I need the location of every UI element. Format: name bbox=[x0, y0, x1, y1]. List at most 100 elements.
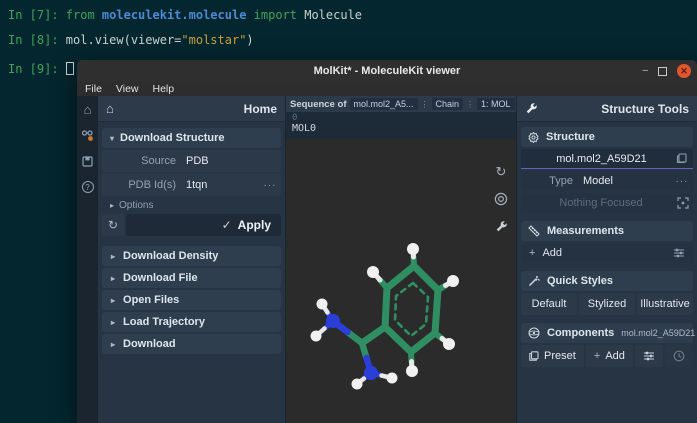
section-load-trajectory[interactable]: ▸ Load Trajectory bbox=[102, 312, 281, 332]
ruler-icon bbox=[528, 225, 540, 237]
components-title: Components bbox=[547, 327, 615, 339]
section-download-density[interactable]: ▸ Download Density bbox=[102, 246, 281, 266]
chevron-right-icon: ▸ bbox=[110, 200, 115, 210]
prompt-in9: In [9]: bbox=[8, 62, 66, 76]
focus-target-icon[interactable] bbox=[677, 197, 689, 209]
measurements-section-header[interactable]: Measurements bbox=[521, 221, 693, 241]
keyword-import: import bbox=[246, 8, 305, 22]
window-titlebar[interactable]: MolKit* - MoleculeKit viewer – ✕ bbox=[77, 60, 697, 82]
copy-icon[interactable] bbox=[676, 153, 687, 164]
refresh-icon[interactable]: ↻ bbox=[102, 214, 124, 236]
viewport-controls: ↻ bbox=[492, 163, 510, 235]
chevron-down-icon: ▾ bbox=[110, 133, 115, 143]
style-default-button[interactable]: Default bbox=[521, 293, 577, 315]
home-panel-title: Home bbox=[243, 101, 277, 116]
chain-select[interactable]: Chain bbox=[431, 98, 464, 110]
home-icon: ⌂ bbox=[106, 101, 114, 116]
wrench-icon bbox=[525, 102, 538, 115]
pdb-id-more-button[interactable]: ··· bbox=[259, 180, 281, 191]
code-close-paren: ) bbox=[246, 33, 254, 47]
sliders-icon bbox=[643, 350, 655, 362]
code-call: mol.view(viewer= bbox=[65, 33, 182, 47]
menu-help[interactable]: Help bbox=[153, 83, 175, 95]
sliders-icon[interactable] bbox=[673, 247, 685, 259]
type-more-button[interactable]: ··· bbox=[671, 176, 693, 187]
measurements-add-row: + Add bbox=[521, 243, 693, 263]
minimize-button[interactable]: – bbox=[642, 66, 648, 76]
section-download-file[interactable]: ▸ Download File bbox=[102, 268, 281, 288]
download-structure-title: Download Structure bbox=[120, 132, 225, 144]
save-session-icon[interactable] bbox=[82, 156, 93, 167]
section-open-files[interactable]: ▸ Open Files bbox=[102, 290, 281, 310]
window-title: MolKit* - MoleculeKit viewer bbox=[313, 65, 461, 77]
imported-symbol: Molecule bbox=[304, 8, 363, 22]
components-section-header[interactable]: Components mol.mol2_A59D21 bbox=[521, 323, 696, 343]
left-icon-rail: ⌂ ? bbox=[77, 96, 98, 423]
plus-icon: + bbox=[529, 247, 536, 259]
structure-section-header[interactable]: Structure bbox=[521, 127, 693, 147]
style-illustrative-button[interactable]: Illustrative bbox=[637, 293, 693, 315]
entity-select[interactable]: mol.mol2_A5... bbox=[349, 98, 418, 110]
components-history-button[interactable] bbox=[665, 345, 693, 367]
style-stylized-button[interactable]: Stylized bbox=[579, 293, 635, 315]
module-name: moleculekit.molecule bbox=[101, 8, 247, 22]
plus-icon: + bbox=[593, 350, 601, 362]
menu-file[interactable]: File bbox=[85, 83, 102, 95]
menu-view[interactable]: View bbox=[116, 83, 139, 95]
structure-entry-row[interactable]: mol.mol2_A59D21 bbox=[521, 149, 693, 169]
help-rail-icon[interactable]: ? bbox=[81, 181, 94, 193]
chevron-right-icon: ▸ bbox=[111, 251, 116, 261]
screenshot-icon[interactable] bbox=[492, 190, 510, 208]
chain-select-label: Chain bbox=[435, 99, 460, 109]
close-button[interactable]: ✕ bbox=[677, 64, 691, 78]
components-entry-name: mol.mol2_A59D21 bbox=[621, 328, 696, 338]
components-actions-row: Preset + Add bbox=[521, 345, 693, 367]
chevron-right-icon: ▸ bbox=[111, 339, 116, 349]
sequence-toolbar: Sequence of mol.mol2_A5... ⋮ Chain ⋮ 1: … bbox=[286, 96, 536, 112]
measurements-add-button[interactable]: Add bbox=[542, 247, 562, 259]
quick-styles-buttons: Default Stylized Illustrative bbox=[521, 293, 693, 315]
source-select[interactable]: PDB bbox=[186, 155, 281, 167]
preset-copy-icon bbox=[529, 351, 539, 361]
section-label: Download File bbox=[123, 272, 198, 284]
preset-button[interactable]: Preset bbox=[521, 345, 584, 367]
quick-styles-section-header[interactable]: Quick Styles bbox=[521, 271, 693, 291]
type-row: Type Model ··· bbox=[521, 171, 693, 191]
components-add-label: Add bbox=[605, 350, 625, 362]
structure-tools-header: Structure Tools bbox=[517, 96, 697, 122]
section-download[interactable]: ▸ Download bbox=[102, 334, 281, 354]
maximize-button[interactable] bbox=[658, 66, 667, 76]
dots-icon: ⋮ bbox=[420, 99, 429, 109]
components-add-button[interactable]: + Add bbox=[585, 345, 633, 367]
download-structure-section[interactable]: ▾ Download Structure bbox=[102, 128, 281, 148]
pdb-id-label: PDB Id(s) bbox=[128, 179, 176, 191]
pdb-id-row: PDB Id(s) 1tqn ··· bbox=[102, 174, 281, 196]
options-toggle[interactable]: ▸ Options bbox=[98, 198, 285, 212]
structure-section-title: Structure bbox=[546, 131, 595, 143]
string-molstar: "molstar" bbox=[181, 33, 247, 47]
chevron-right-icon: ▸ bbox=[111, 295, 116, 305]
components-options-button[interactable] bbox=[635, 345, 663, 367]
reset-camera-icon[interactable]: ↻ bbox=[492, 163, 510, 181]
source-row: Source PDB bbox=[102, 150, 281, 172]
type-label: Type bbox=[549, 175, 573, 187]
terminal-line-3[interactable]: In [9]: bbox=[8, 62, 74, 76]
menu-bar: File View Help bbox=[77, 82, 697, 96]
sequence-view[interactable]: 0 MOL0 bbox=[286, 112, 516, 139]
quick-styles-title: Quick Styles bbox=[547, 275, 614, 287]
gear-icon bbox=[528, 131, 539, 143]
terminal-line-2: In [8]: mol.view(viewer="molstar") bbox=[8, 33, 254, 47]
molstar-3d-viewport[interactable]: ↻ bbox=[286, 139, 516, 423]
chain-value-select[interactable]: 1: MOL bbox=[477, 98, 515, 110]
home-rail-icon[interactable]: ⌂ bbox=[84, 103, 92, 116]
prompt-in8: In [8]: bbox=[8, 33, 66, 47]
molkit-viewer-window: MolKit* - MoleculeKit viewer – ✕ File Vi… bbox=[77, 60, 697, 423]
type-select[interactable]: Model bbox=[583, 175, 671, 187]
magic-wand-icon bbox=[528, 275, 540, 287]
apply-label: Apply bbox=[237, 218, 271, 232]
apply-button[interactable]: ✓ Apply bbox=[126, 214, 281, 236]
section-label: Load Trajectory bbox=[123, 316, 205, 328]
molecule-rail-icon[interactable] bbox=[81, 129, 94, 142]
settings-wrench-icon[interactable] bbox=[492, 217, 510, 235]
pdb-id-input[interactable]: 1tqn bbox=[186, 179, 259, 191]
